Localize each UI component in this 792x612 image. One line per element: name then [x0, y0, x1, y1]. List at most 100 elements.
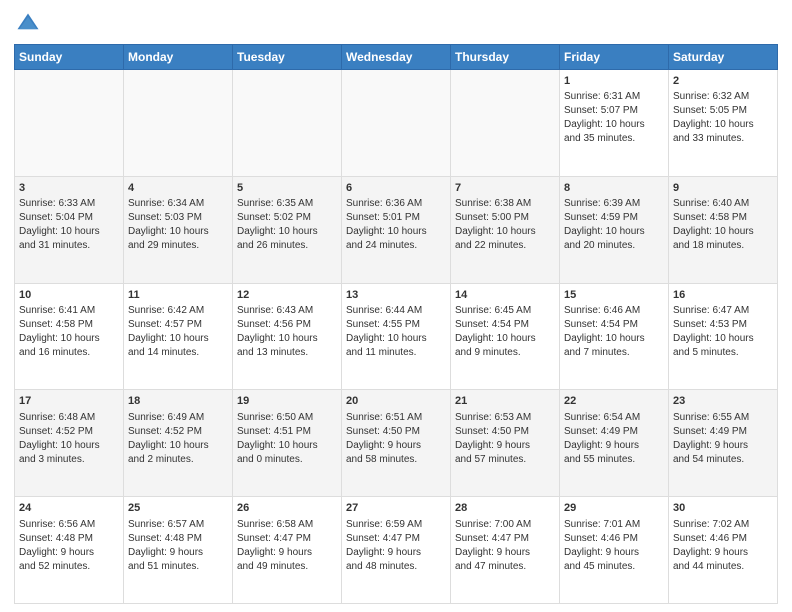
day-info: and 14 minutes.	[128, 346, 228, 360]
day-info: Sunrise: 6:44 AM	[346, 304, 446, 318]
day-number: 3	[19, 181, 119, 196]
day-info: Sunset: 4:52 PM	[128, 425, 228, 439]
day-info: Sunset: 4:48 PM	[128, 532, 228, 546]
day-info: Daylight: 10 hours	[564, 118, 664, 132]
day-info: and 7 minutes.	[564, 346, 664, 360]
day-info: Sunrise: 6:46 AM	[564, 304, 664, 318]
day-info: Sunrise: 6:57 AM	[128, 518, 228, 532]
day-info: Daylight: 10 hours	[673, 225, 773, 239]
day-cell: 21Sunrise: 6:53 AMSunset: 4:50 PMDayligh…	[451, 390, 560, 497]
day-info: Sunset: 4:47 PM	[346, 532, 446, 546]
day-number: 11	[128, 288, 228, 303]
day-info: Sunset: 4:49 PM	[564, 425, 664, 439]
day-cell	[342, 70, 451, 177]
day-cell: 22Sunrise: 6:54 AMSunset: 4:49 PMDayligh…	[560, 390, 669, 497]
day-info: Daylight: 10 hours	[237, 225, 337, 239]
day-number: 18	[128, 394, 228, 409]
day-cell: 29Sunrise: 7:01 AMSunset: 4:46 PMDayligh…	[560, 497, 669, 604]
day-number: 24	[19, 501, 119, 516]
day-info: and 48 minutes.	[346, 560, 446, 574]
day-cell	[15, 70, 124, 177]
day-info: and 58 minutes.	[346, 453, 446, 467]
day-info: Daylight: 9 hours	[455, 439, 555, 453]
day-number: 29	[564, 501, 664, 516]
day-cell: 24Sunrise: 6:56 AMSunset: 4:48 PMDayligh…	[15, 497, 124, 604]
day-info: and 57 minutes.	[455, 453, 555, 467]
day-cell	[124, 70, 233, 177]
day-cell: 16Sunrise: 6:47 AMSunset: 4:53 PMDayligh…	[669, 283, 778, 390]
day-info: Sunrise: 6:59 AM	[346, 518, 446, 532]
day-number: 9	[673, 181, 773, 196]
day-info: and 0 minutes.	[237, 453, 337, 467]
day-info: Daylight: 10 hours	[237, 439, 337, 453]
day-info: Sunset: 4:52 PM	[19, 425, 119, 439]
weekday-friday: Friday	[560, 45, 669, 70]
day-info: and 29 minutes.	[128, 239, 228, 253]
day-info: Sunset: 5:03 PM	[128, 211, 228, 225]
day-info: Sunset: 4:56 PM	[237, 318, 337, 332]
day-info: and 13 minutes.	[237, 346, 337, 360]
week-row-3: 10Sunrise: 6:41 AMSunset: 4:58 PMDayligh…	[15, 283, 778, 390]
day-number: 14	[455, 288, 555, 303]
day-info: Sunset: 4:47 PM	[455, 532, 555, 546]
day-number: 23	[673, 394, 773, 409]
day-info: Sunrise: 6:51 AM	[346, 411, 446, 425]
day-info: and 26 minutes.	[237, 239, 337, 253]
weekday-wednesday: Wednesday	[342, 45, 451, 70]
logo-icon	[14, 10, 42, 38]
day-number: 15	[564, 288, 664, 303]
day-info: Sunrise: 6:33 AM	[19, 197, 119, 211]
day-info: Sunrise: 6:58 AM	[237, 518, 337, 532]
day-number: 13	[346, 288, 446, 303]
day-info: Sunset: 4:50 PM	[455, 425, 555, 439]
day-info: and 44 minutes.	[673, 560, 773, 574]
day-info: Sunset: 5:05 PM	[673, 104, 773, 118]
day-number: 10	[19, 288, 119, 303]
day-info: Daylight: 10 hours	[128, 439, 228, 453]
day-info: Sunset: 5:01 PM	[346, 211, 446, 225]
day-info: Sunset: 4:59 PM	[564, 211, 664, 225]
day-cell: 18Sunrise: 6:49 AMSunset: 4:52 PMDayligh…	[124, 390, 233, 497]
day-info: and 47 minutes.	[455, 560, 555, 574]
day-info: Daylight: 10 hours	[19, 225, 119, 239]
day-info: Sunrise: 6:55 AM	[673, 411, 773, 425]
weekday-thursday: Thursday	[451, 45, 560, 70]
day-info: Sunset: 4:51 PM	[237, 425, 337, 439]
day-info: Daylight: 9 hours	[564, 439, 664, 453]
day-info: Daylight: 9 hours	[455, 546, 555, 560]
day-cell: 25Sunrise: 6:57 AMSunset: 4:48 PMDayligh…	[124, 497, 233, 604]
day-number: 8	[564, 181, 664, 196]
day-info: Daylight: 10 hours	[237, 332, 337, 346]
day-info: and 22 minutes.	[455, 239, 555, 253]
calendar: SundayMondayTuesdayWednesdayThursdayFrid…	[14, 44, 778, 604]
day-cell: 10Sunrise: 6:41 AMSunset: 4:58 PMDayligh…	[15, 283, 124, 390]
day-number: 6	[346, 181, 446, 196]
day-info: Sunrise: 6:45 AM	[455, 304, 555, 318]
day-info: Sunset: 4:48 PM	[19, 532, 119, 546]
day-info: Daylight: 9 hours	[346, 546, 446, 560]
week-row-1: 1Sunrise: 6:31 AMSunset: 5:07 PMDaylight…	[15, 70, 778, 177]
day-info: Sunrise: 7:02 AM	[673, 518, 773, 532]
header	[14, 10, 778, 38]
day-cell: 19Sunrise: 6:50 AMSunset: 4:51 PMDayligh…	[233, 390, 342, 497]
day-info: and 11 minutes.	[346, 346, 446, 360]
day-number: 2	[673, 74, 773, 89]
day-info: Daylight: 9 hours	[346, 439, 446, 453]
day-info: Daylight: 9 hours	[128, 546, 228, 560]
day-info: Sunrise: 6:43 AM	[237, 304, 337, 318]
day-number: 5	[237, 181, 337, 196]
day-info: and 51 minutes.	[128, 560, 228, 574]
day-info: Sunrise: 6:48 AM	[19, 411, 119, 425]
day-info: Sunrise: 6:54 AM	[564, 411, 664, 425]
day-number: 1	[564, 74, 664, 89]
day-info: Daylight: 10 hours	[673, 332, 773, 346]
day-info: and 49 minutes.	[237, 560, 337, 574]
day-info: Daylight: 10 hours	[128, 332, 228, 346]
day-info: Daylight: 9 hours	[673, 439, 773, 453]
day-info: Sunrise: 6:34 AM	[128, 197, 228, 211]
day-info: Daylight: 10 hours	[455, 332, 555, 346]
day-cell: 13Sunrise: 6:44 AMSunset: 4:55 PMDayligh…	[342, 283, 451, 390]
day-cell: 15Sunrise: 6:46 AMSunset: 4:54 PMDayligh…	[560, 283, 669, 390]
day-info: and 18 minutes.	[673, 239, 773, 253]
day-info: Sunset: 4:58 PM	[19, 318, 119, 332]
